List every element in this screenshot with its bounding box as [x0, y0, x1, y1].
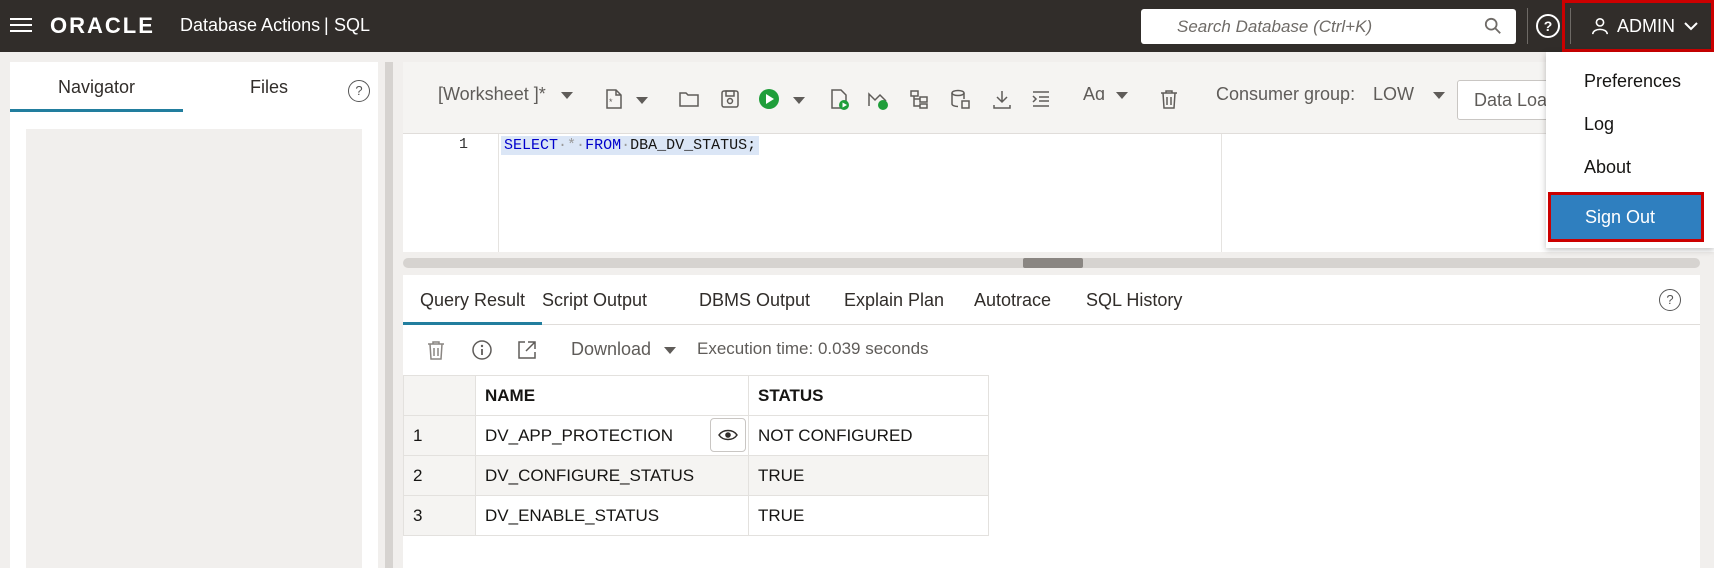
explain-plan-icon[interactable]: [867, 88, 889, 110]
result-toolbar: Download Execution time: 0.039 seconds: [403, 325, 1700, 375]
row-number-header: [403, 375, 476, 416]
caret-down-icon[interactable]: [636, 97, 648, 104]
header-divider: [1527, 8, 1528, 44]
horizontal-splitter[interactable]: [403, 258, 1700, 268]
cell-status[interactable]: TRUE: [748, 455, 989, 496]
result-grid: NAME STATUS 1 DV_APP_PROTECTION NOT CONF…: [403, 375, 989, 536]
search-icon[interactable]: [1484, 17, 1502, 35]
search-box[interactable]: [1141, 9, 1516, 44]
tab-dbms-output[interactable]: DBMS Output: [699, 275, 810, 325]
search-input[interactable]: [1141, 9, 1471, 44]
header-row: NAME STATUS: [403, 375, 989, 416]
eye-icon: [718, 429, 738, 441]
cell-name[interactable]: DV_APP_PROTECTION: [475, 415, 749, 456]
info-icon[interactable]: [471, 339, 493, 361]
line-gutter: 1: [403, 134, 499, 252]
oracle-logo: ORACLE: [50, 13, 155, 38]
row-number: 2: [403, 455, 476, 496]
star-token: *: [567, 137, 577, 154]
user-name: ADMIN: [1617, 15, 1675, 36]
trash-icon[interactable]: [425, 339, 447, 361]
download-dropdown[interactable]: Download: [571, 339, 677, 360]
row-number: 3: [403, 495, 476, 536]
cell-name-text: DV_APP_PROTECTION: [485, 425, 673, 445]
column-header-status[interactable]: STATUS: [748, 375, 989, 416]
caret-down-icon: [1433, 91, 1446, 99]
run-icon[interactable]: [758, 88, 780, 110]
result-panel: Query Result Script Output DBMS Output E…: [403, 275, 1700, 568]
chevron-down-icon: [1684, 22, 1698, 31]
open-external-icon[interactable]: [516, 339, 538, 361]
row-number: 1: [403, 415, 476, 456]
consumer-group-label: Consumer group:: [1216, 84, 1356, 104]
view-cell-button[interactable]: [710, 418, 746, 452]
tab-navigator[interactable]: Navigator: [10, 62, 183, 112]
editor-divider: [1221, 134, 1222, 252]
autotrace-icon[interactable]: [908, 88, 930, 110]
run-script-icon[interactable]: [828, 88, 850, 110]
tab-script-output[interactable]: Script Output: [542, 275, 647, 325]
font-size-selector[interactable]: Aɑ: [1083, 84, 1129, 105]
hamburger-menu-icon[interactable]: [10, 14, 32, 36]
table-row[interactable]: 2 DV_CONFIGURE_STATUS TRUE: [403, 455, 989, 496]
code-line[interactable]: SELECT·*·FROM·DBA_DV_STATUS;: [501, 136, 760, 155]
tab-explain-plan[interactable]: Explain Plan: [844, 275, 944, 325]
format-indent-icon[interactable]: [1030, 88, 1052, 110]
worksheet-label: [Worksheet ]*: [438, 84, 546, 104]
menu-item-sign-out[interactable]: Sign Out: [1548, 192, 1704, 242]
worksheet-selector[interactable]: [Worksheet ]*: [438, 84, 573, 105]
help-icon[interactable]: ?: [1536, 14, 1560, 38]
cell-name[interactable]: DV_ENABLE_STATUS: [475, 495, 749, 536]
app-title: Database Actions: [180, 15, 321, 35]
table-token: DBA_DV_STATUS;: [630, 137, 757, 154]
column-header-name[interactable]: NAME: [475, 375, 749, 416]
execution-time: Execution time: 0.039 seconds: [697, 339, 929, 358]
user-menu-button[interactable]: ADMIN: [1562, 0, 1714, 52]
menu-item-about[interactable]: About: [1546, 145, 1714, 189]
caret-down-icon: [1116, 91, 1129, 99]
cell-status[interactable]: NOT CONFIGURED: [748, 415, 989, 456]
user-dropdown-menu: Preferences Log About Sign Out: [1546, 52, 1714, 248]
tab-query-result[interactable]: Query Result: [403, 275, 543, 325]
navigator-content: [26, 129, 362, 568]
splitter-handle[interactable]: [1023, 258, 1083, 268]
tab-sql-history[interactable]: SQL History: [1086, 275, 1182, 325]
keyword-select: SELECT: [504, 137, 559, 154]
panel-splitter[interactable]: [385, 62, 393, 568]
save-icon[interactable]: [719, 88, 741, 110]
database-icon[interactable]: [949, 88, 971, 110]
worksheet-toolbar: [Worksheet ]* * Aɑ Consumer group: LOW D…: [403, 62, 1714, 134]
top-bar: ORACLE Database Actions | SQL ? ADMIN: [0, 0, 1714, 52]
open-folder-icon[interactable]: [678, 88, 700, 110]
trash-icon[interactable]: [1158, 88, 1180, 110]
menu-item-preferences[interactable]: Preferences: [1546, 59, 1714, 103]
new-file-icon[interactable]: *: [603, 88, 625, 110]
help-icon[interactable]: ?: [1659, 289, 1681, 311]
cell-status[interactable]: TRUE: [748, 495, 989, 536]
tab-autotrace[interactable]: Autotrace: [974, 275, 1051, 325]
tab-files[interactable]: Files: [183, 62, 355, 112]
consumer-group-value: LOW: [1373, 84, 1415, 104]
svg-text:*: *: [609, 97, 613, 107]
title-separator: |: [324, 15, 329, 35]
user-icon: [1591, 17, 1609, 35]
section-title: SQL: [334, 15, 371, 35]
caret-down-icon: [560, 91, 573, 99]
result-tabs: Query Result Script Output DBMS Output E…: [403, 275, 1700, 325]
download-label: Download: [571, 339, 652, 359]
caret-down-icon[interactable]: [793, 97, 805, 104]
navigator-panel: Navigator Files ?: [10, 62, 378, 568]
sql-editor[interactable]: 1 SELECT·*·FROM·DBA_DV_STATUS;: [403, 134, 1714, 252]
consumer-group-select[interactable]: LOW: [1373, 84, 1446, 105]
table-row[interactable]: 3 DV_ENABLE_STATUS TRUE: [403, 495, 989, 536]
download-icon[interactable]: [991, 88, 1013, 110]
line-number: 1: [459, 136, 469, 153]
table-row[interactable]: 1 DV_APP_PROTECTION NOT CONFIGURED: [403, 415, 989, 456]
caret-down-icon: [664, 346, 677, 354]
help-icon[interactable]: ?: [348, 80, 370, 102]
cell-name[interactable]: DV_CONFIGURE_STATUS: [475, 455, 749, 496]
keyword-from: FROM: [585, 137, 622, 154]
menu-item-log[interactable]: Log: [1546, 102, 1714, 146]
font-icon: Aɑ: [1083, 84, 1106, 104]
